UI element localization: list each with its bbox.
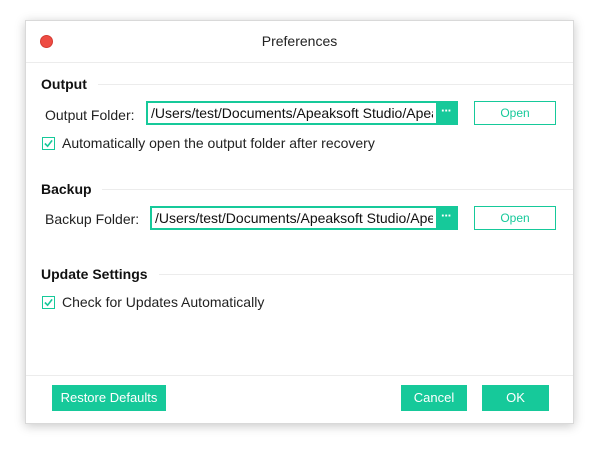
ok-button[interactable]: OK	[482, 385, 549, 411]
backup-folder-input[interactable]	[152, 208, 436, 228]
backup-folder-label: Backup Folder:	[45, 211, 140, 227]
titlebar-divider	[26, 62, 573, 63]
preferences-window: Preferences Output Output Folder: ··· Op…	[25, 20, 574, 424]
backup-divider	[102, 189, 573, 190]
auto-open-option[interactable]: Automatically open the output folder aft…	[42, 135, 375, 151]
output-folder-input[interactable]	[148, 103, 436, 123]
auto-open-label: Automatically open the output folder aft…	[62, 135, 375, 151]
output-folder-label: Output Folder:	[45, 107, 135, 123]
check-updates-checkbox[interactable]	[42, 295, 55, 309]
output-browse-button[interactable]: ···	[436, 103, 456, 123]
checkmark-icon	[44, 298, 53, 306]
output-heading: Output	[41, 76, 87, 92]
backup-folder-field: ···	[150, 206, 458, 230]
update-settings-heading: Update Settings	[41, 266, 148, 282]
backup-open-button[interactable]: Open	[474, 206, 556, 230]
restore-defaults-button[interactable]: Restore Defaults	[52, 385, 166, 411]
cancel-button[interactable]: Cancel	[401, 385, 467, 411]
window-title: Preferences	[261, 33, 338, 49]
check-updates-option[interactable]: Check for Updates Automatically	[42, 294, 264, 310]
output-folder-field: ···	[146, 101, 458, 125]
footer-divider	[26, 375, 573, 376]
update-settings-divider	[159, 274, 573, 275]
checkmark-icon	[44, 139, 53, 147]
check-updates-label: Check for Updates Automatically	[62, 294, 265, 310]
backup-browse-button[interactable]: ···	[436, 208, 456, 228]
backup-heading: Backup	[41, 181, 92, 197]
output-open-button[interactable]: Open	[474, 101, 556, 125]
output-divider	[98, 84, 573, 85]
auto-open-checkbox[interactable]	[42, 136, 55, 150]
